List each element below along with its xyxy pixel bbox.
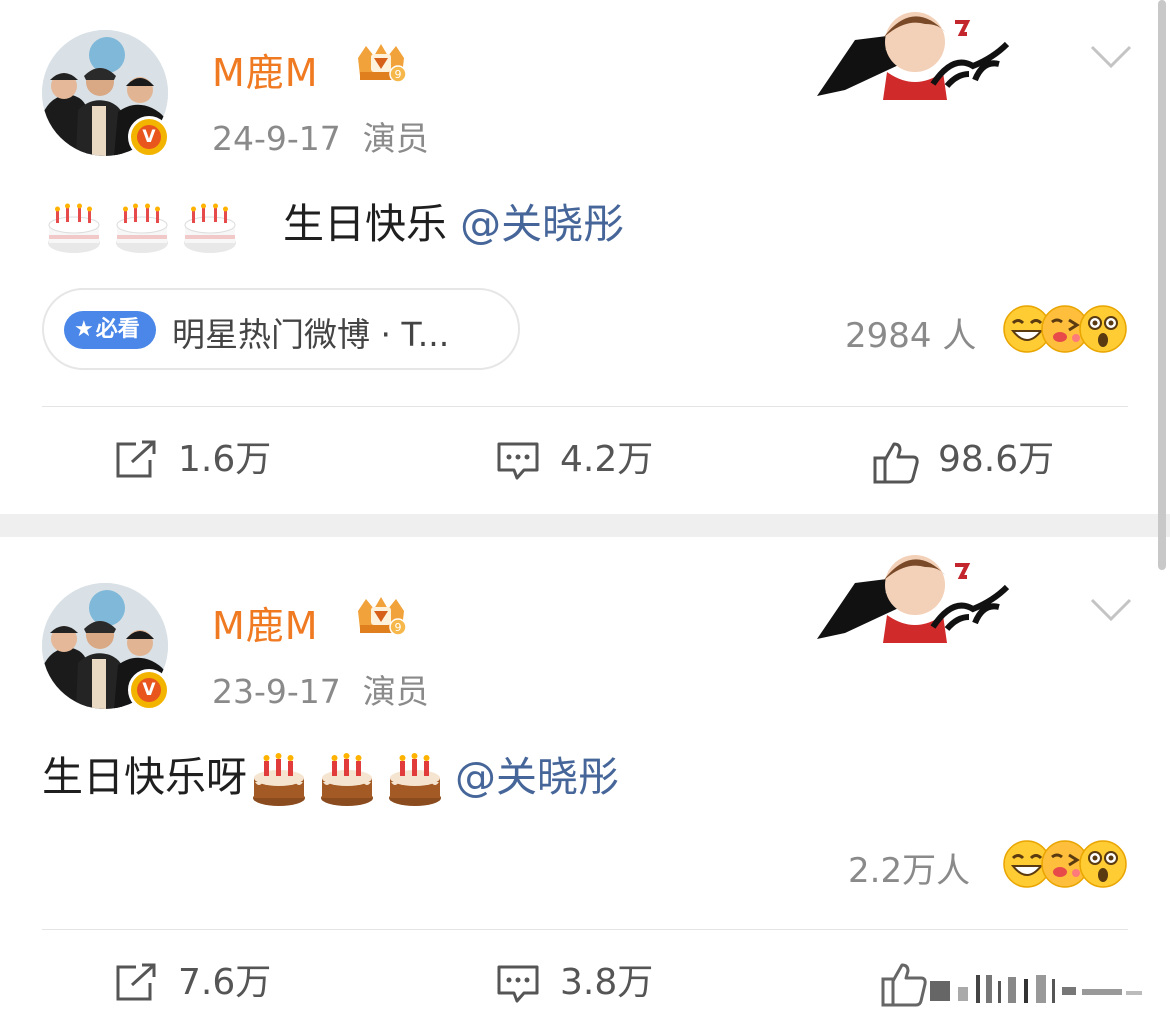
like-count: 98.6万 xyxy=(938,439,1055,480)
comment-count: 3.8万 xyxy=(560,962,654,1003)
share-icon xyxy=(116,440,156,478)
badge-label: 必看 xyxy=(95,317,140,342)
post-body-text: 生日快乐 xyxy=(283,200,448,248)
author-role: 演员 xyxy=(362,119,429,158)
comment-icon xyxy=(497,442,539,480)
surprised-face-icon xyxy=(1079,840,1127,888)
author-name[interactable]: M鹿M xyxy=(212,595,319,650)
verified-badge-icon: V xyxy=(128,116,170,158)
author-name[interactable]: M鹿M xyxy=(212,42,319,97)
star-icon: ★ xyxy=(74,317,94,342)
crown-badge-icon[interactable] xyxy=(352,42,410,86)
post-meta: 23-9-17 演员 xyxy=(212,665,429,713)
must-see-badge: ★必看 xyxy=(64,311,156,349)
comment-count: 4.2万 xyxy=(560,439,654,480)
post-text: 生日快乐 @关晓彤 xyxy=(46,190,624,255)
repost-count: 1.6万 xyxy=(178,439,272,480)
post-date: 24-9-17 xyxy=(212,119,341,158)
surprised-face-icon xyxy=(1079,305,1127,353)
repost-count: 7.6万 xyxy=(178,962,272,1003)
fan-sticker-image xyxy=(815,0,1010,100)
birthday-cake-icon xyxy=(253,753,305,806)
post-body-text: 生日快乐呀 xyxy=(42,753,247,801)
author-role: 演员 xyxy=(362,672,429,711)
post-text: 生日快乐呀 @关晓彤 xyxy=(42,743,619,808)
post-date: 23-9-17 xyxy=(212,672,341,711)
comment-icon xyxy=(497,965,539,1003)
reaction-count[interactable]: 2.2万人 xyxy=(848,843,970,892)
like-button[interactable] xyxy=(880,957,1144,1007)
thumbs-up-icon xyxy=(881,963,1142,1007)
topic-tag[interactable]: ★必看 明星热门微博 · T... xyxy=(42,288,520,370)
birthday-cake-icon xyxy=(321,753,373,806)
chevron-down-icon[interactable] xyxy=(1090,44,1132,70)
thumbs-up-icon xyxy=(873,442,919,484)
verified-badge-icon: V xyxy=(128,669,170,711)
scrollbar[interactable] xyxy=(1158,0,1166,570)
crown-badge-icon[interactable] xyxy=(352,595,410,639)
cake-icon xyxy=(115,203,169,254)
topic-tag-label: 明星热门微博 · T... xyxy=(172,315,450,354)
post-card: V M鹿M 24-9-17 演员 生日快乐 @关晓彤 ★必看 明星热门微博 · T… xyxy=(0,0,1170,514)
post-separator xyxy=(0,514,1170,537)
post-card: V M鹿M 23-9-17 演员 生日快乐呀 @关晓彤 2.2万人 7.6万 3.8… xyxy=(0,537,1170,1025)
mention-link[interactable]: @关晓彤 xyxy=(455,753,619,801)
share-icon xyxy=(116,963,156,1001)
post-meta: 24-9-17 演员 xyxy=(212,112,429,160)
mention-link[interactable]: @关晓彤 xyxy=(460,200,624,248)
cake-icon xyxy=(47,203,101,254)
reaction-count[interactable]: 2984 人 xyxy=(845,308,976,357)
cake-icon xyxy=(183,203,237,254)
fan-sticker-image xyxy=(815,543,1010,643)
chevron-down-icon[interactable] xyxy=(1090,597,1132,623)
birthday-cake-icon xyxy=(389,753,441,806)
divider xyxy=(42,929,1128,930)
divider xyxy=(42,406,1128,407)
